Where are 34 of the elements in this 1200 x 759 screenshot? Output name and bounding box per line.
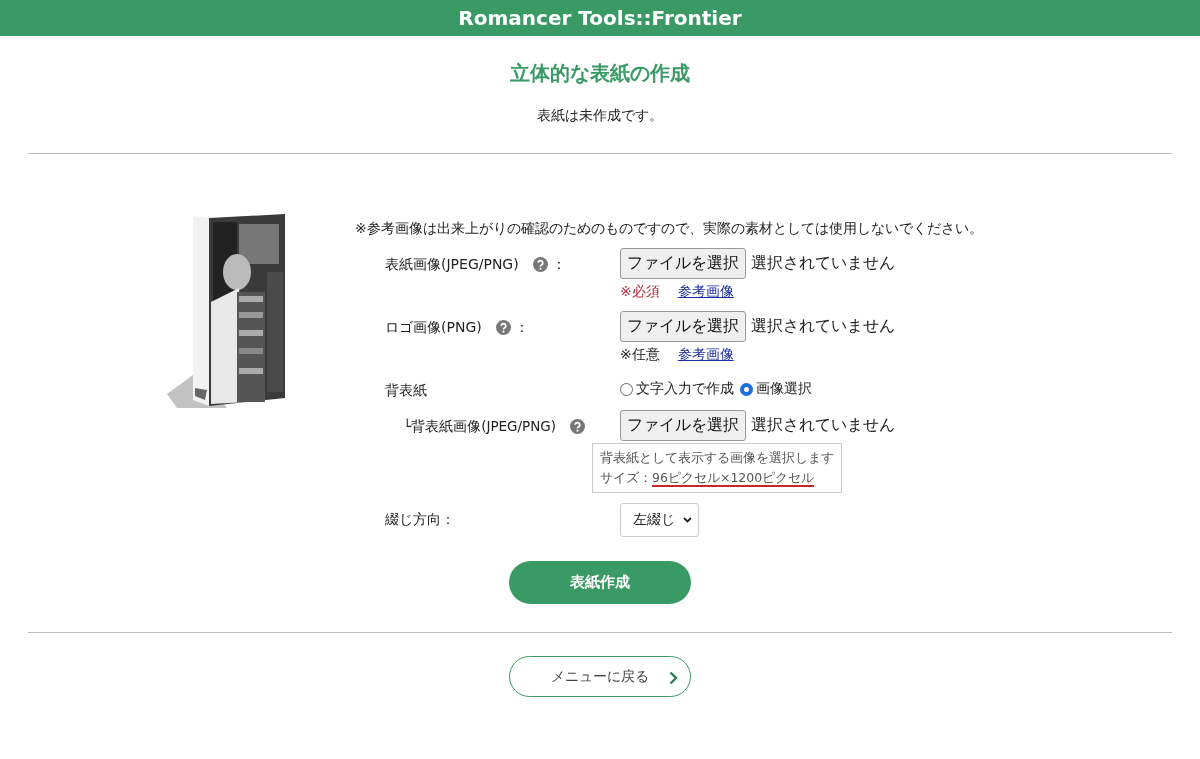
size-value: 96ピクセル×1200ピクセル [652,470,815,487]
page-title: 立体的な表紙の作成 [509,60,691,87]
colon-mark: ： [514,319,529,337]
field-label: 表紙画像(JPEG/PNG) [385,256,519,274]
choose-file-button[interactable]: ファイルを選択 [620,410,746,441]
note-text: ※参考画像は出来上がりの確認のためのものですので、実際の素材としては使用しないでください。 [355,220,983,238]
app-title: Romancer Tools::Frontier [458,6,742,30]
colon-mark: ： [551,256,566,274]
chevron-right-icon [669,671,678,685]
help-icon[interactable] [570,419,586,434]
choose-file-button[interactable]: ファイルを選択 [620,248,746,279]
radio-option[interactable]: 文字入力で作成 [620,374,734,398]
requirement-label: ※必須 [620,283,660,301]
back-to-menu-button[interactable]: メニューに戻る [509,656,691,697]
field-label: ロゴ画像(PNG) [385,319,482,337]
radio-option[interactable]: 画像選択 [740,374,812,398]
file-status: 選択されていません [751,415,895,436]
field-label: 背表紙 [385,382,427,400]
binding-select[interactable]: 左綴じ [620,503,699,537]
reference-image-link[interactable]: 参考画像 [677,283,734,301]
create-cover-button[interactable]: 表紙作成 [509,561,691,604]
help-icon[interactable] [532,257,548,272]
field-label: └背表紙画像(JPEG/PNG) [403,418,557,436]
file-status: 選択されていません [751,253,895,274]
requirement-label: ※任意 [620,346,660,364]
chevron-down-icon [683,517,692,523]
field-label: 綴じ方向： [385,511,455,529]
file-status: 選択されていません [751,316,895,337]
reference-image-link[interactable]: 参考画像 [677,346,734,364]
help-icon[interactable] [495,320,511,335]
choose-file-button[interactable]: ファイルを選択 [620,311,746,342]
tooltip-text: 背表紙として表示する画像を選択します [600,449,834,467]
status-message: 表紙は未作成です。 [536,107,664,125]
size-label: サイズ： [600,470,652,485]
